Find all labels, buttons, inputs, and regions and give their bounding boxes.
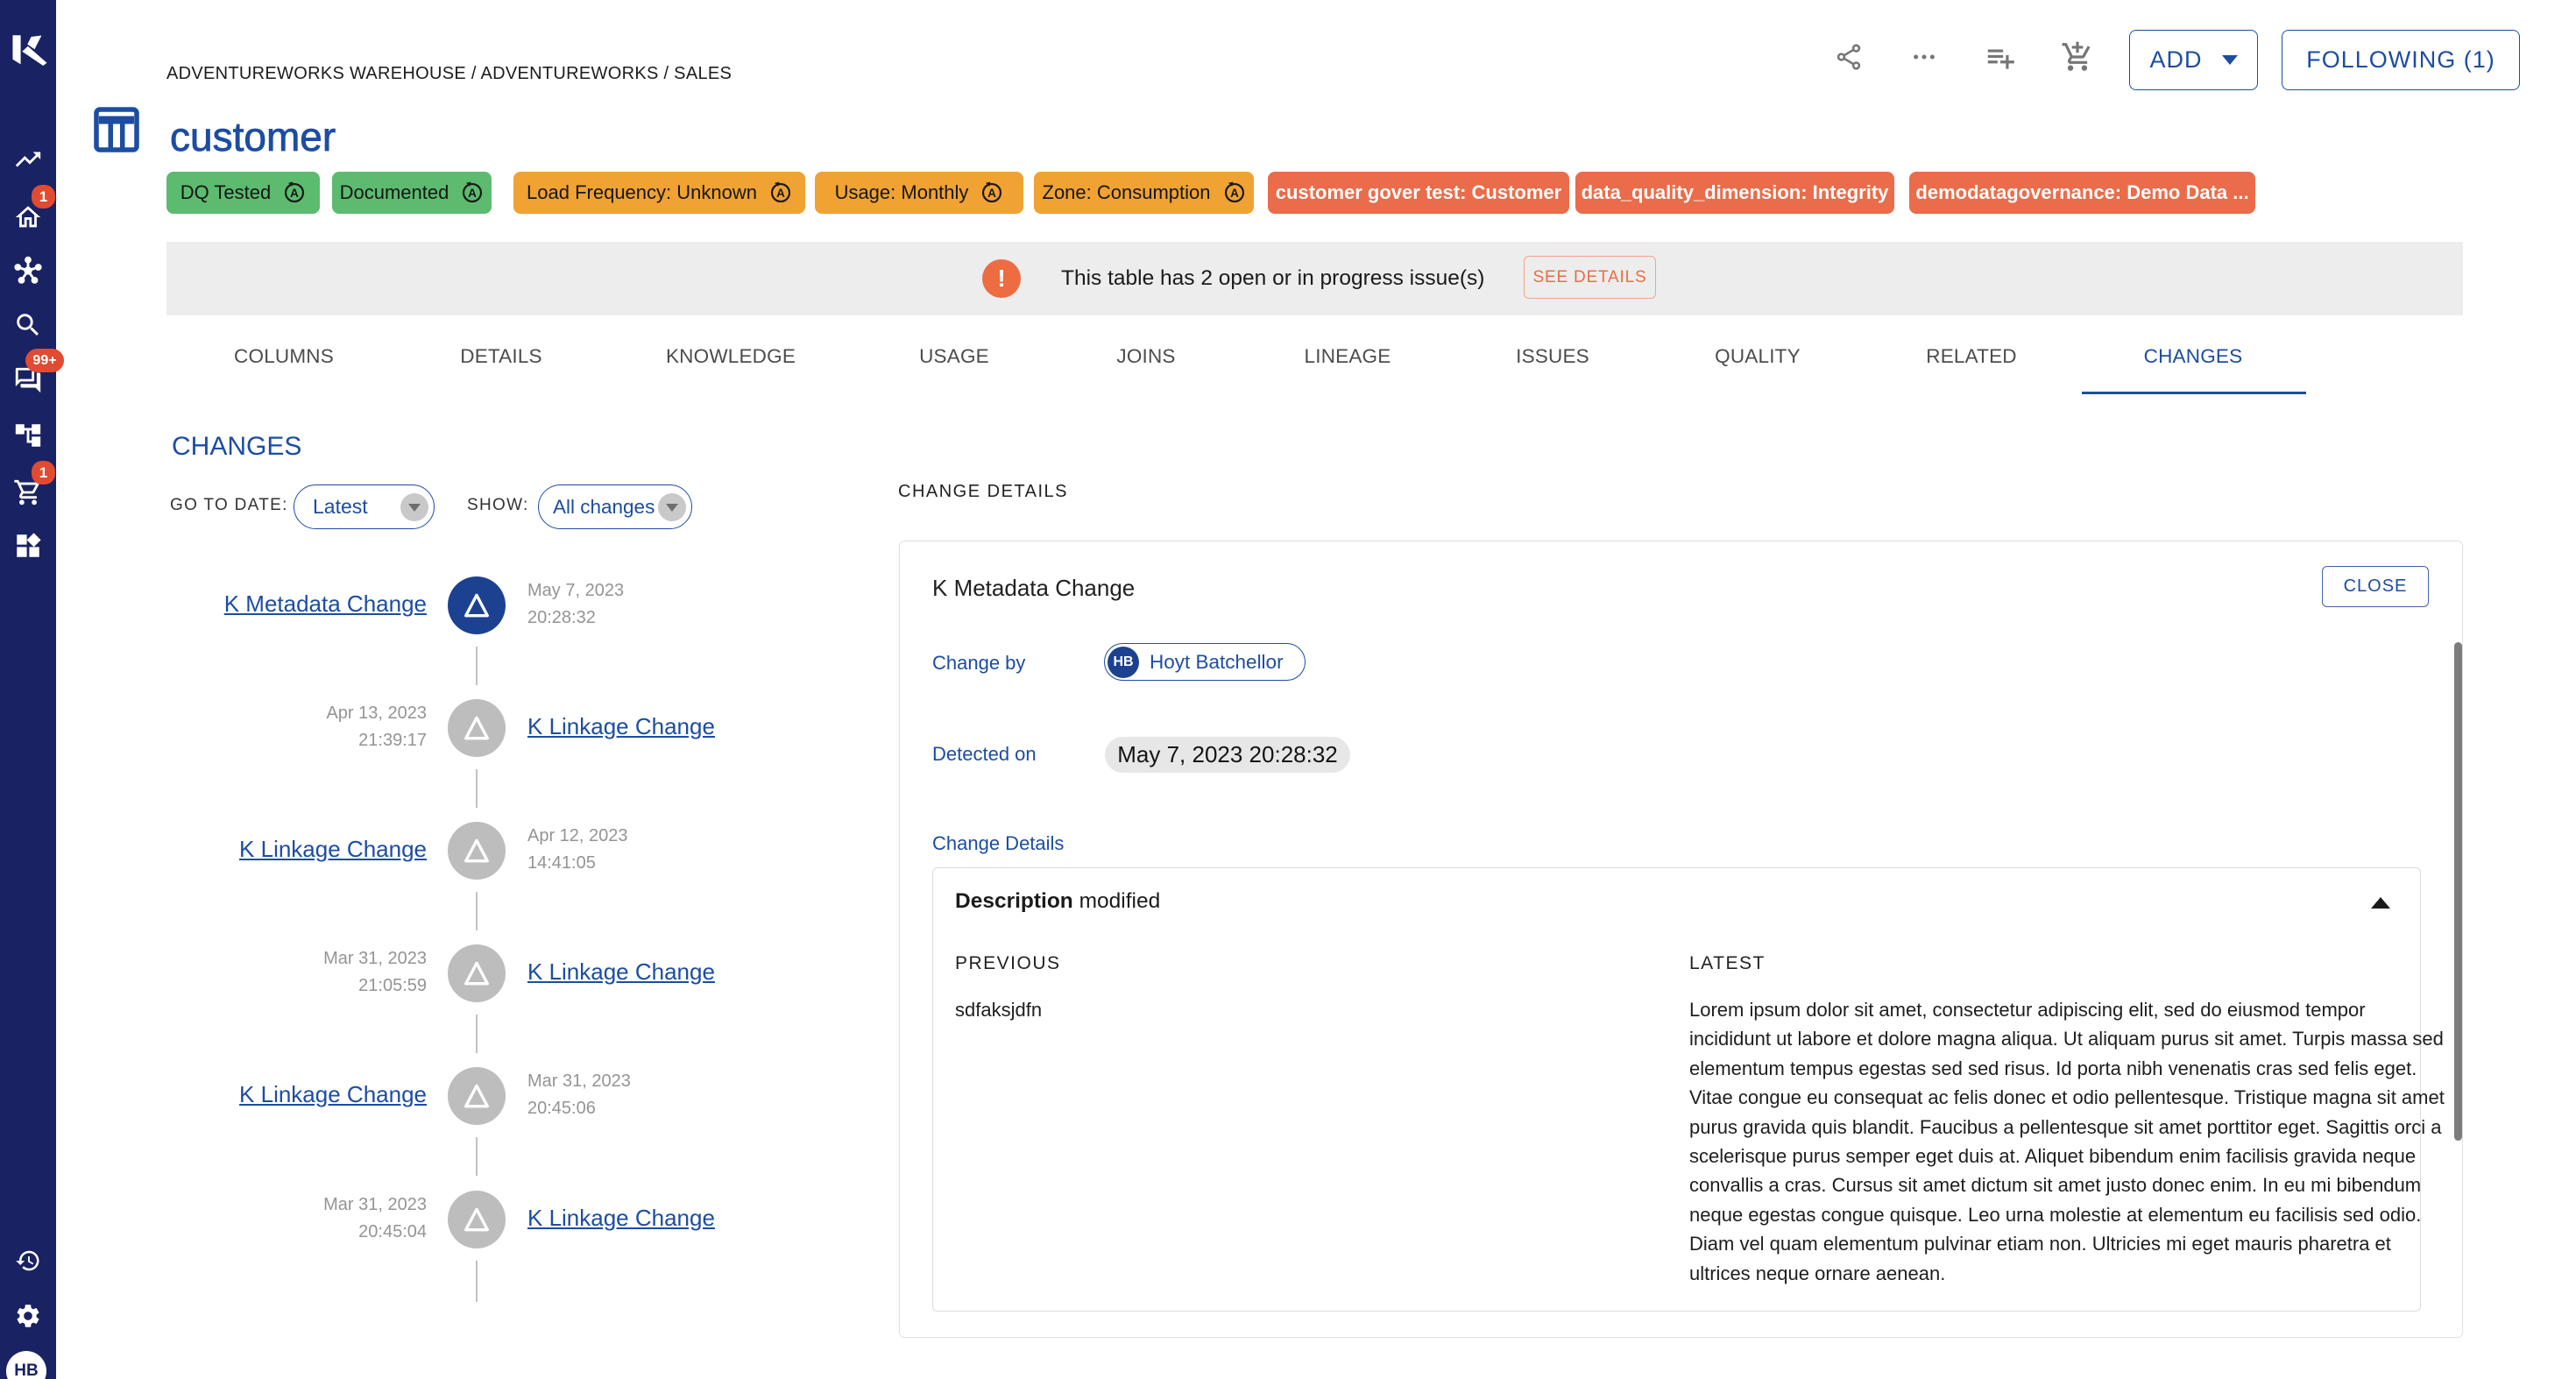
svg-text:A: A xyxy=(290,187,299,200)
svg-text:A: A xyxy=(1230,187,1239,200)
svg-text:A: A xyxy=(468,187,477,200)
svg-text:A: A xyxy=(776,187,785,200)
svg-text:A: A xyxy=(988,187,997,200)
